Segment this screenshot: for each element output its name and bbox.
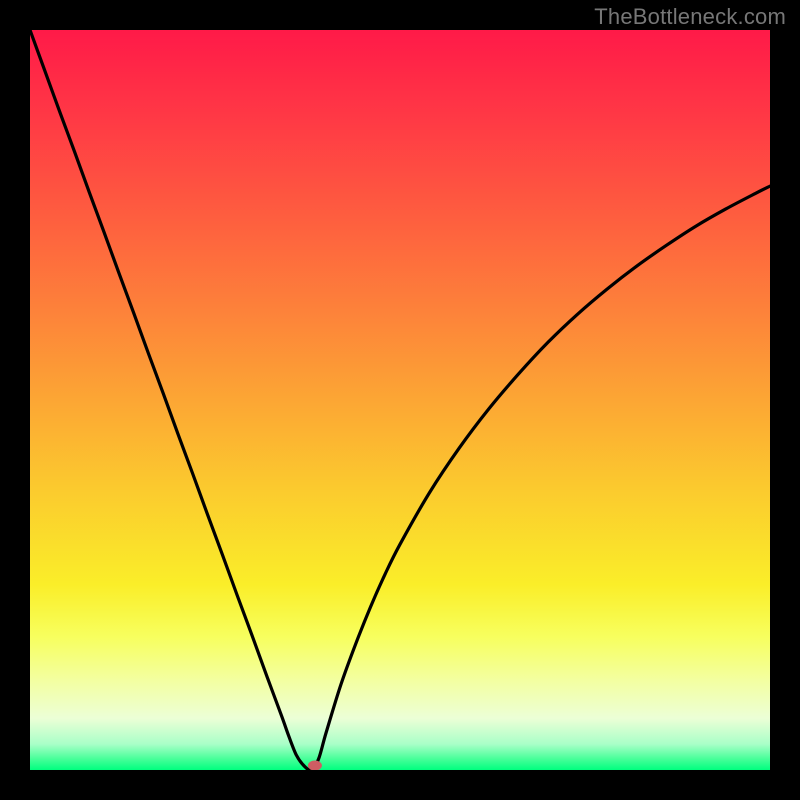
chart-frame: TheBottleneck.com [0,0,800,800]
bottleneck-chart [30,30,770,770]
watermark-text: TheBottleneck.com [594,4,786,30]
chart-background [30,30,770,770]
